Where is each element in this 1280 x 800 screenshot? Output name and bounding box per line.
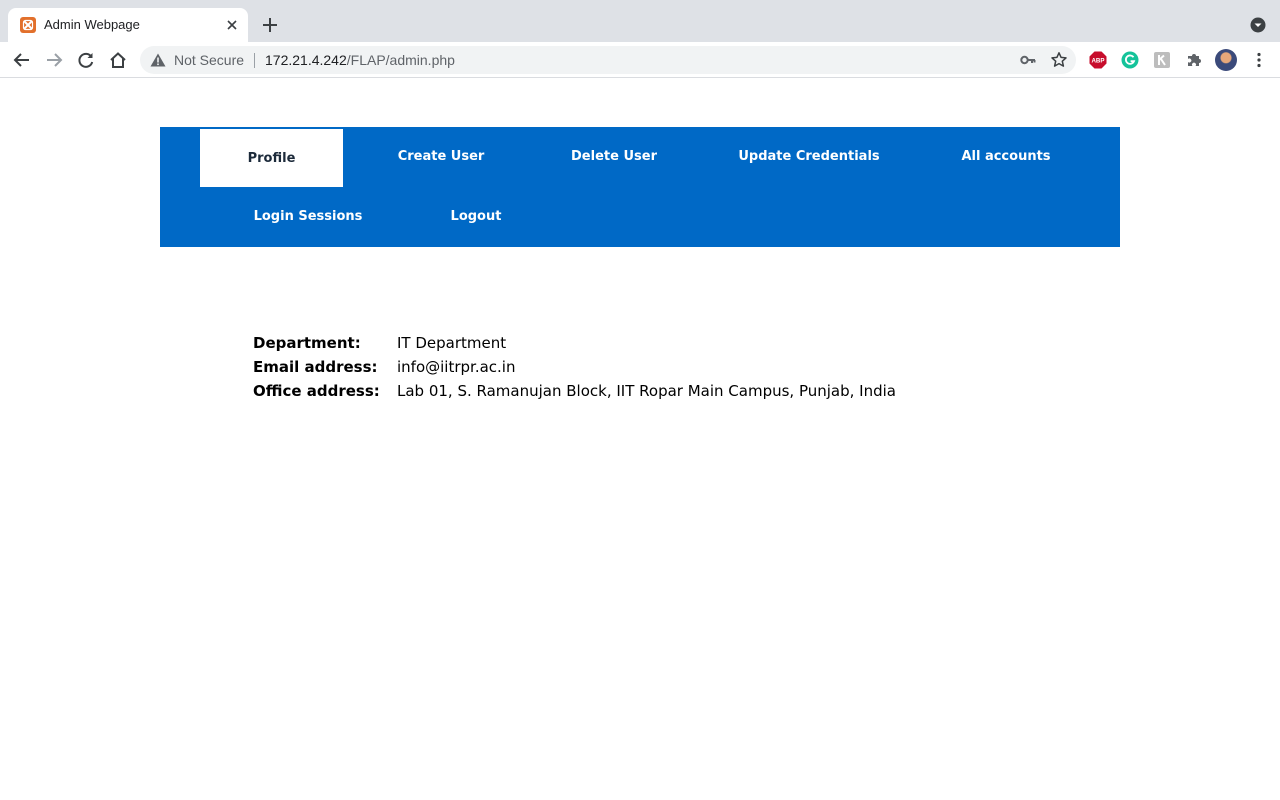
nav-update-credentials[interactable]: Update Credentials [720,127,898,185]
email-label: Email address: [253,358,378,376]
admin-navbar: Profile Create User Delete User Update C… [160,127,1120,247]
browser-tab[interactable]: Admin Webpage [8,8,248,42]
tab-title: Admin Webpage [44,17,140,32]
back-arrow-icon[interactable] [12,50,32,70]
svg-text:ABP: ABP [1091,58,1104,65]
warning-triangle-icon[interactable] [150,53,166,67]
office-label: Office address: [253,382,380,400]
home-icon[interactable] [108,50,128,70]
department-value: IT Department [397,334,507,352]
grammarly-icon[interactable] [1121,51,1139,69]
email-value: info@iitrpr.ac.in [397,358,516,376]
security-status-text[interactable]: Not Secure [174,53,244,68]
nav-logout[interactable]: Logout [426,187,526,245]
adblock-plus-icon[interactable]: ABP [1089,51,1107,69]
nav-login-sessions[interactable]: Login Sessions [236,187,380,245]
new-tab-plus-icon[interactable] [260,15,280,35]
forward-arrow-icon[interactable] [44,50,64,70]
more-menu-icon[interactable] [1250,51,1268,69]
url-path: /FLAP/admin.php [346,52,455,68]
department-label: Department: [253,334,361,352]
keyboard-extension-icon[interactable] [1153,51,1171,69]
url-text[interactable]: 172.21.4.242/FLAP/admin.php [265,53,455,68]
browser-toolbar: Not Secure 172.21.4.242/FLAP/admin.php [0,42,1280,78]
nav-profile[interactable]: Profile [200,129,343,187]
office-value: Lab 01, S. Ramanujan Block, IIT Ropar Ma… [397,382,896,400]
profile-avatar[interactable] [1215,49,1237,71]
url-host: 172.21.4.242 [265,52,347,68]
nav-all-accounts[interactable]: All accounts [936,127,1076,185]
address-divider [254,53,255,68]
bookmark-star-icon[interactable] [1050,51,1068,69]
address-bar[interactable]: Not Secure 172.21.4.242/FLAP/admin.php [140,46,1076,74]
browser-tabstrip: Admin Webpage [0,0,1280,42]
tab-search-chevron-icon[interactable] [1250,17,1266,33]
xampp-favicon-icon [20,17,36,33]
password-key-icon[interactable] [1020,52,1036,68]
close-tab-icon[interactable] [224,17,240,33]
nav-create-user[interactable]: Create User [372,127,510,185]
nav-delete-user[interactable]: Delete User [548,127,680,185]
puzzle-extensions-icon[interactable] [1185,51,1203,69]
reload-icon[interactable] [76,50,96,70]
